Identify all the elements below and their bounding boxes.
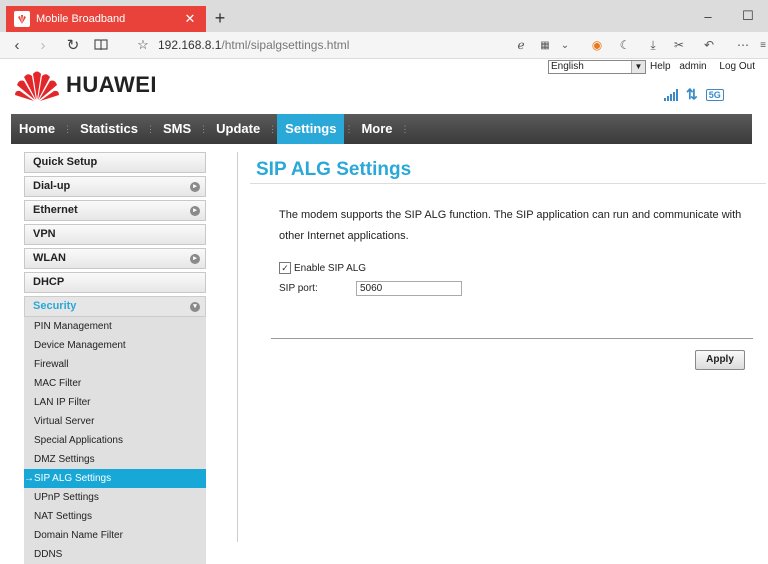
sidebar-item-label: Ethernet (33, 204, 78, 216)
chevron-down-icon[interactable]: ⌄ (554, 32, 576, 58)
address-bar: ‹ › ↻ ☆ 192.168.8.1/html/sipalgsettings.… (0, 32, 768, 59)
browser-tab[interactable]: Mobile Broadband ✕ (6, 6, 206, 32)
nav-more[interactable]: More (353, 114, 400, 144)
download-icon[interactable]: ⤓ (642, 32, 664, 58)
help-link[interactable]: Help (650, 61, 671, 72)
sidebar-item-label: Dial-up (33, 180, 71, 192)
sip-port-label: SIP port: (279, 283, 318, 294)
page-title: SIP ALG Settings (256, 159, 412, 180)
chevron-down-icon: ▼ (631, 61, 645, 73)
sidebar-item-mac-filter[interactable]: MAC Filter (24, 374, 206, 393)
sidebar-dhcp[interactable]: DHCP (24, 272, 206, 293)
url-path: /html/sipalgsettings.html (221, 38, 350, 52)
minimize-button[interactable]: – (688, 0, 728, 32)
huawei-favicon-icon (14, 11, 30, 27)
status-icons: ⇅ 5G (664, 86, 724, 103)
logout-link[interactable]: Log Out (719, 61, 755, 72)
sidebar-item-sip-alg-settings[interactable]: →SIP ALG Settings (24, 469, 206, 488)
sidebar-item-dmz-settings[interactable]: DMZ Settings (24, 450, 206, 469)
sidebar-item-label: Security (33, 300, 77, 312)
title-underline (250, 183, 766, 184)
tab-title: Mobile Broadband (36, 13, 126, 25)
admin-link[interactable]: admin (679, 61, 706, 72)
close-tab-icon[interactable]: ✕ (182, 11, 198, 27)
sidebar-item-domain-name-filter[interactable]: Domain Name Filter (24, 526, 206, 545)
security-submenu: PIN Management Device Management Firewal… (24, 317, 206, 564)
nav-statistics[interactable]: Statistics (72, 114, 146, 144)
sidebar-item-label: VPN (33, 228, 56, 240)
sidebar-item-lan-ip-filter[interactable]: LAN IP Filter (24, 393, 206, 412)
sidebar-item-special-applications[interactable]: Special Applications (24, 431, 206, 450)
sidebar-item-device-management[interactable]: Device Management (24, 336, 206, 355)
moon-icon[interactable]: ☾ (614, 32, 636, 58)
enable-sip-alg-label: Enable SIP ALG (294, 262, 367, 274)
sidebar-item-label: WLAN (33, 252, 66, 264)
expand-icon: ▸ (190, 206, 200, 216)
sidebar-item-label: DHCP (33, 276, 65, 288)
signal-icon (664, 88, 678, 101)
back-icon[interactable]: ‹ (4, 32, 30, 58)
gamepad-icon[interactable]: ◉ (586, 32, 608, 58)
maximize-button[interactable]: ☐ (728, 0, 768, 32)
expand-icon: ▸ (190, 182, 200, 192)
ie-mode-icon[interactable]: ℯ (510, 32, 532, 58)
star-icon[interactable]: ☆ (130, 32, 156, 58)
page-description: The modem supports the SIP ALG function.… (279, 209, 742, 242)
enable-sip-alg-checkbox[interactable]: ✓ (279, 262, 291, 274)
nav-home[interactable]: Home (11, 114, 63, 144)
collapse-icon: ▾ (190, 302, 200, 312)
sidebar-item-nat-settings[interactable]: NAT Settings (24, 507, 206, 526)
undo-icon[interactable]: ↶ (698, 32, 720, 58)
top-links: Help admin Log Out (650, 61, 761, 72)
url-field[interactable]: 192.168.8.1/html/sipalgsettings.html (158, 38, 349, 52)
sidebar-item-firewall[interactable]: Firewall (24, 355, 206, 374)
form-divider (271, 338, 753, 339)
sidebar-item-label: Quick Setup (33, 156, 98, 168)
apply-button[interactable]: Apply (695, 350, 745, 370)
content-divider (237, 152, 238, 542)
language-value: English (551, 61, 584, 72)
sidebar-item-upnp-settings[interactable]: UPnP Settings (24, 488, 206, 507)
sidebar-security[interactable]: Security ▾ (24, 296, 206, 317)
nav-sms[interactable]: SMS (155, 114, 199, 144)
new-tab-button[interactable]: + (210, 6, 230, 30)
data-transfer-icon: ⇅ (686, 86, 698, 102)
scissors-icon[interactable]: ✂ (668, 32, 690, 58)
url-host: 192.168.8.1 (158, 38, 222, 52)
sidebar-quick-setup[interactable]: Quick Setup (24, 152, 206, 173)
reload-icon[interactable]: ↻ (60, 32, 86, 58)
browser-tabbar: Mobile Broadband ✕ + – ☐ (0, 0, 768, 32)
sidebar-vpn[interactable]: VPN (24, 224, 206, 245)
language-select[interactable]: English ▼ (548, 60, 646, 74)
nav-settings[interactable]: Settings (277, 114, 345, 144)
forward-icon[interactable]: › (30, 32, 56, 58)
huawei-logo: HUAWEI (14, 68, 157, 102)
sidebar-item-virtual-server[interactable]: Virtual Server (24, 412, 206, 431)
enable-sip-alg-row: ✓ Enable SIP ALG (279, 262, 366, 274)
more-icon[interactable]: ⋯ (732, 32, 754, 58)
menu-icon[interactable]: ≡ (752, 32, 768, 58)
huawei-petals-icon (15, 71, 59, 101)
main-nav: Home ⋮ Statistics ⋮ SMS ⋮ Update ⋮ Settings ⋮… (11, 114, 752, 144)
qr-icon[interactable]: ▦ (534, 32, 556, 58)
sidebar-item-pin-management[interactable]: PIN Management (24, 317, 206, 336)
reader-icon[interactable] (88, 32, 114, 58)
nav-update[interactable]: Update (208, 114, 268, 144)
sidebar-wlan[interactable]: WLAN ▸ (24, 248, 206, 269)
sip-port-input[interactable]: 5060 (356, 281, 462, 296)
network-type-badge: 5G (705, 88, 724, 101)
sidebar-item-ddns[interactable]: DDNS (24, 545, 206, 564)
logo-text: HUAWEI (66, 72, 157, 97)
sidebar: Quick Setup Dial-up ▸ Ethernet ▸ VPN WLAN ▸… (24, 152, 206, 564)
expand-icon: ▸ (190, 254, 200, 264)
sidebar-ethernet[interactable]: Ethernet ▸ (24, 200, 206, 221)
sidebar-dial-up[interactable]: Dial-up ▸ (24, 176, 206, 197)
